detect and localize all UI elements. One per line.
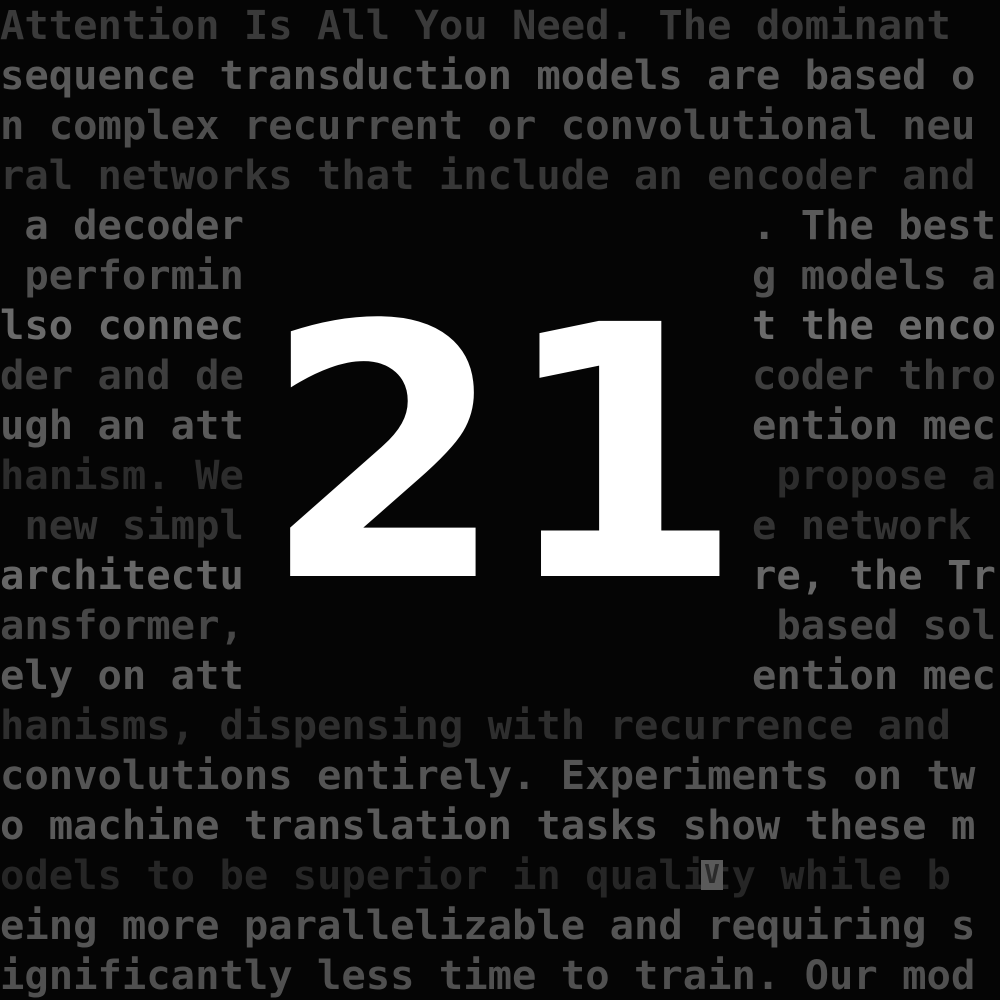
big-number: 21 — [262, 251, 743, 659]
text-line-6-left: performin — [0, 251, 244, 299]
text-line-5-left: a decoder — [0, 201, 244, 249]
text-line-5-right: . The best — [752, 201, 996, 249]
text-line-14-right: ention mec — [752, 651, 996, 699]
text-line-12-left: architectu — [0, 551, 244, 599]
text-line-3: n complex recurrent or convolutional neu — [0, 101, 976, 149]
text-line-10-right: propose a — [752, 451, 996, 499]
text-line-20: ignificantly less time to train. Our mod — [0, 951, 976, 999]
text-line-6-right: g models a — [752, 251, 996, 299]
text-line-19: eing more parallelizable and requiring s — [0, 901, 976, 949]
text-line-8-left: der and de — [0, 351, 244, 399]
text-line-15: hanisms, dispensing with recurrence and — [0, 701, 976, 749]
text-line-9-right: ention mec — [752, 401, 996, 449]
text-line-16: convolutions entirely. Experiments on tw — [0, 751, 976, 799]
text-line-12-right: re, the Tr — [752, 551, 996, 599]
text-line-4: ral networks that include an encoder and — [0, 151, 976, 199]
text-line-7-right: t the enco — [752, 301, 996, 349]
text-line-7-left: lso connec — [0, 301, 244, 349]
highlighted-character: V — [701, 860, 723, 890]
text-line-2: sequence transduction models are based o — [0, 51, 976, 99]
text-line-11-right: e network — [752, 501, 996, 549]
text-line-11-left: new simpl — [0, 501, 244, 549]
text-line-1: Attention Is All You Need. The dominant — [0, 1, 976, 49]
text-line-13-right: based sol — [752, 601, 996, 649]
text-line-14-left: ely on att — [0, 651, 244, 699]
text-line-10-left: hanism. We — [0, 451, 244, 499]
text-line-18: odels to be superior in quality while b — [0, 851, 951, 899]
text-line-13-left: ansformer, — [0, 601, 244, 649]
text-line-17: o machine translation tasks show these m — [0, 801, 976, 849]
text-line-8-right: coder thro — [752, 351, 996, 399]
text-line-9-left: ugh an att — [0, 401, 244, 449]
